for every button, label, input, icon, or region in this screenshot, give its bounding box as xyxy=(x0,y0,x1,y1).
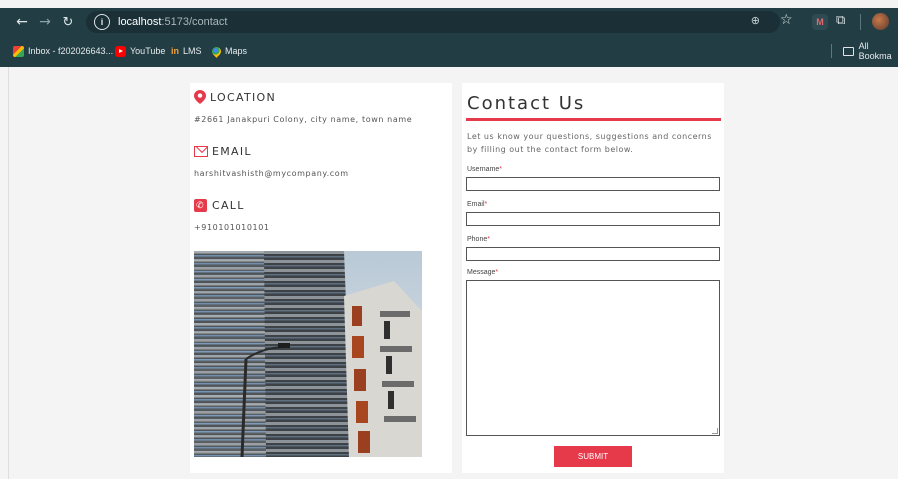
phone-label: Phone* xyxy=(467,236,490,243)
required-mark: * xyxy=(495,269,499,276)
url-host: localhost xyxy=(118,16,162,28)
gmail-icon xyxy=(13,45,24,57)
building-photo xyxy=(194,251,422,457)
bookmark-label: LMS xyxy=(183,46,202,56)
call-heading-text: CALL xyxy=(212,199,245,212)
username-input[interactable] xyxy=(466,177,720,191)
email-label: Email* xyxy=(467,201,487,208)
title-underline xyxy=(466,118,721,121)
bookmark-label: YouTube xyxy=(130,46,166,56)
phone-icon: ✆ xyxy=(194,199,207,212)
maps-icon xyxy=(210,44,223,58)
all-bookmarks-label: All Bookma xyxy=(858,41,892,61)
forward-arrow-icon[interactable]: → xyxy=(34,11,56,33)
phone-label-text: Phone xyxy=(467,236,488,243)
form-intro: Let us know your questions, suggestions … xyxy=(467,132,712,154)
required-mark: * xyxy=(487,236,490,243)
email-text: harshitvashisth@mycompany.com xyxy=(194,169,349,178)
folder-icon xyxy=(843,46,854,56)
call-heading: ✆ CALL xyxy=(194,199,245,212)
location-heading: LOCATION xyxy=(194,90,276,104)
reload-icon[interactable]: ↻ xyxy=(57,11,79,33)
bookmark-lms[interactable]: in LMS xyxy=(171,44,202,58)
toolbar-divider xyxy=(860,14,861,30)
username-label: Username* xyxy=(467,166,502,173)
bookmark-star-icon[interactable]: ☆ xyxy=(780,12,793,28)
call-text: +910101010101 xyxy=(194,223,270,232)
location-text: #2661 Janakpuri Colony, city name, town … xyxy=(194,115,413,124)
lms-icon: in xyxy=(171,45,179,56)
bookmark-maps[interactable]: Maps xyxy=(210,44,248,58)
mail-icon xyxy=(194,146,208,157)
message-textarea[interactable] xyxy=(466,280,720,436)
youtube-icon xyxy=(115,45,126,57)
site-info-icon[interactable]: i xyxy=(94,14,110,30)
username-label-text: Username xyxy=(467,166,500,173)
back-arrow-icon[interactable]: ← xyxy=(11,11,33,33)
contact-info-card: LOCATION #2661 Janakpuri Colony, city na… xyxy=(190,83,452,473)
location-heading-text: LOCATION xyxy=(210,90,276,104)
bookmark-label: Inbox - f202026643... xyxy=(28,46,114,56)
address-bar[interactable]: i localhost:5173/contact ⊕ xyxy=(86,11,780,33)
profile-avatar[interactable] xyxy=(872,13,889,30)
message-label: Message* xyxy=(467,269,498,276)
submit-button[interactable]: SUBMIT xyxy=(554,446,632,467)
required-mark: * xyxy=(484,201,488,208)
contact-form-card: Contact Us Let us know your questions, s… xyxy=(462,83,724,473)
extension-m-icon[interactable]: M xyxy=(812,14,828,30)
message-label-text: Message xyxy=(467,269,496,276)
building-illustration xyxy=(194,251,422,457)
bookmark-youtube[interactable]: YouTube xyxy=(115,44,165,58)
bookmark-label: Maps xyxy=(225,46,248,56)
email-heading: EMAIL xyxy=(194,145,252,158)
resize-grip-icon[interactable] xyxy=(712,428,718,434)
email-label-text: Email xyxy=(467,201,485,208)
zoom-icon[interactable]: ⊕ xyxy=(751,14,760,27)
email-heading-text: EMAIL xyxy=(212,145,252,158)
url-path: :5173/contact xyxy=(161,16,228,28)
bookmarks-divider xyxy=(831,44,832,58)
all-bookmarks[interactable]: All Bookma xyxy=(843,41,898,61)
email-input[interactable] xyxy=(466,212,720,226)
extensions-puzzle-icon[interactable]: ⧉ xyxy=(836,13,845,28)
contact-title: Contact Us xyxy=(467,93,586,114)
required-mark: * xyxy=(499,166,503,173)
location-pin-icon xyxy=(194,90,206,104)
phone-input[interactable] xyxy=(466,247,720,261)
window-top-strip xyxy=(0,0,898,8)
bookmark-gmail[interactable]: Inbox - f202026643... xyxy=(13,44,113,58)
page-edge xyxy=(8,67,9,479)
